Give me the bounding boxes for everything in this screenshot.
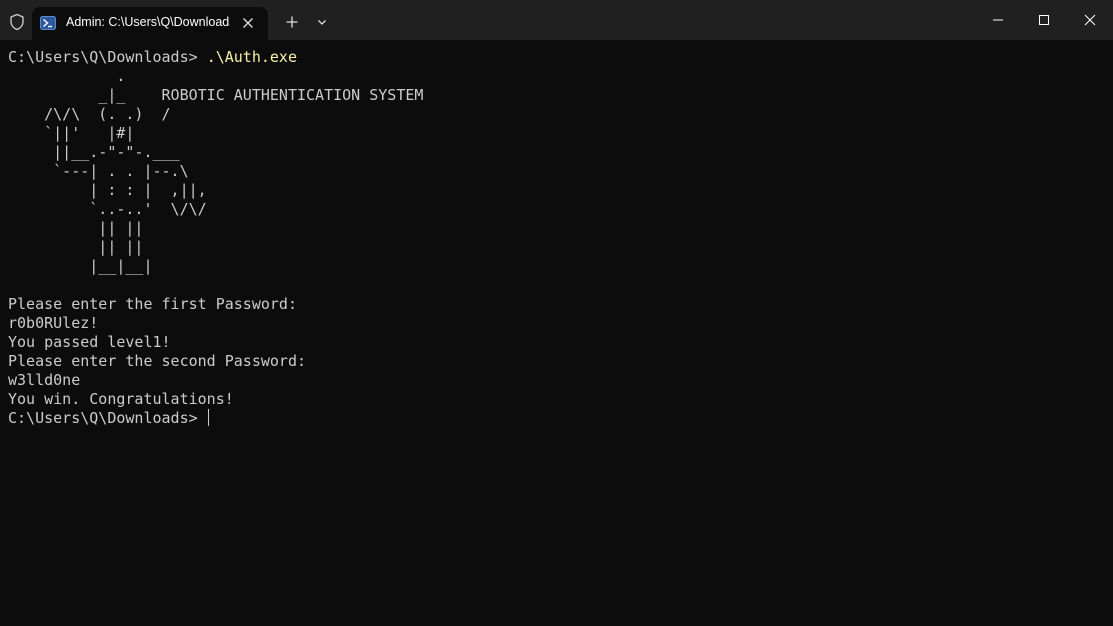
banner-line: || || — [8, 238, 144, 256]
output-line: You passed level1! — [8, 333, 171, 351]
maximize-button[interactable] — [1021, 0, 1067, 40]
prompt: C:\Users\Q\Downloads> — [8, 409, 207, 427]
output-line: Please enter the first Password: — [8, 295, 297, 313]
banner-line: . — [8, 67, 126, 85]
output-line: r0b0RUlez! — [8, 314, 99, 332]
output-line: You win. Congratulations! — [8, 390, 234, 408]
banner-line: `||' |#| — [8, 124, 135, 142]
powershell-icon — [40, 16, 56, 30]
close-icon[interactable] — [241, 16, 255, 30]
banner-line: ||__.-"-"-.___ — [8, 143, 180, 161]
command-line: C:\Users\Q\Downloads> .\Auth.exe — [8, 48, 1108, 67]
output-line: w3lld0ne — [8, 371, 81, 389]
terminal-output[interactable]: C:\Users\Q\Downloads> .\Auth.exe . _|_ R… — [8, 48, 1108, 618]
prompt: C:\Users\Q\Downloads> — [8, 48, 207, 66]
banner-line: `..-..' \/\/ — [8, 200, 207, 218]
final-prompt-line[interactable]: C:\Users\Q\Downloads> — [8, 409, 1108, 428]
terminal-window: Admin: C:\Users\Q\Downloads C:\Users\Q\D… — [0, 0, 1113, 626]
tab-title: Admin: C:\Users\Q\Downloads — [66, 15, 230, 29]
maximize-icon — [1039, 15, 1049, 25]
chevron-down-icon[interactable] — [312, 12, 332, 32]
shield-icon — [8, 13, 26, 31]
output-line: Please enter the second Password: — [8, 352, 307, 370]
minimize-button[interactable] — [975, 0, 1021, 40]
minimize-icon — [993, 19, 1003, 21]
banner-line: /\/\ (. .) / — [8, 105, 171, 123]
tab-admin[interactable]: Admin: C:\Users\Q\Downloads — [32, 7, 268, 40]
command-text: .\Auth.exe — [206, 48, 297, 66]
text-cursor — [207, 409, 209, 426]
close-window-button[interactable] — [1067, 0, 1113, 40]
banner-line: |__|__| — [8, 257, 153, 275]
banner-line: | : : | ,||, — [8, 181, 207, 199]
banner-line: `---| . . |--.\ — [8, 162, 189, 180]
plus-icon[interactable] — [282, 12, 302, 32]
banner-line: _|_ ROBOTIC AUTHENTICATION SYSTEM — [8, 86, 424, 104]
banner-line: || || — [8, 219, 144, 237]
title-bar: Admin: C:\Users\Q\Downloads — [0, 0, 1113, 40]
close-window-icon — [1084, 14, 1096, 26]
